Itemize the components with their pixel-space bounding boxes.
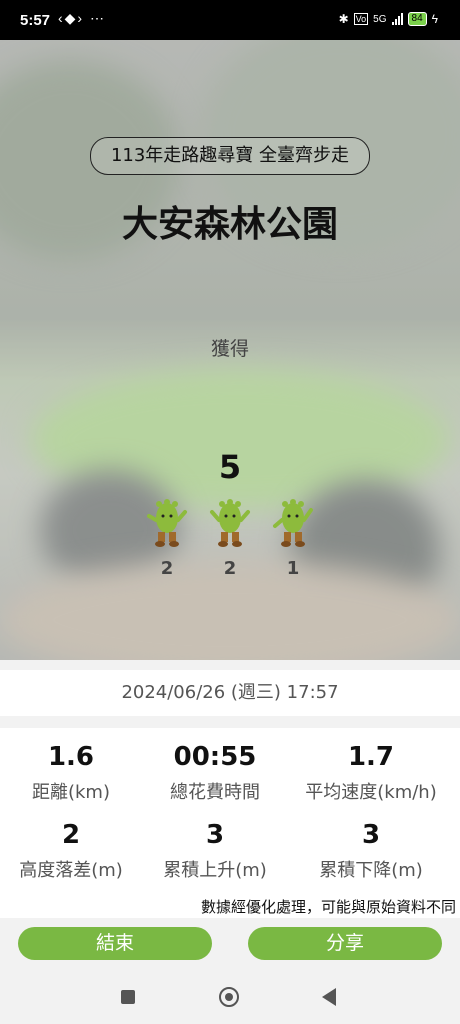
stat-ascent: 3 累積上升(m) bbox=[140, 820, 290, 882]
bluetooth-icon: ✱ bbox=[338, 12, 349, 26]
mascot-count: 2 bbox=[160, 558, 174, 579]
stat-avg-speed: 1.7 平均速度(km/h) bbox=[296, 742, 446, 804]
mascot-green-icon bbox=[273, 499, 313, 547]
park-title: 大安森林公園 bbox=[121, 204, 338, 245]
stat-label: 平均速度(km/h) bbox=[305, 782, 437, 803]
home-icon[interactable] bbox=[219, 987, 239, 1007]
system-nav-bar bbox=[0, 970, 460, 1024]
stat-elevation-diff: 2 高度落差(m) bbox=[0, 820, 146, 882]
stat-descent: 3 累積下降(m) bbox=[296, 820, 446, 882]
network-type: 5G bbox=[373, 13, 387, 25]
stat-distance: 1.6 距離(km) bbox=[0, 742, 146, 804]
stats-panel: 1.6 距離(km) 00:55 總花費時間 1.7 平均速度(km/h) 2 … bbox=[0, 728, 460, 918]
back-icon[interactable] bbox=[322, 988, 336, 1006]
notification-icons: ‹◆› ⋯ bbox=[58, 10, 106, 26]
stat-value: 3 bbox=[205, 820, 225, 850]
mascot-count: 2 bbox=[223, 558, 237, 579]
stat-label: 高度落差(m) bbox=[19, 860, 123, 881]
data-disclaimer: 數據經優化處理，可能與原始資料不同 bbox=[200, 898, 456, 916]
stat-value: 2 bbox=[61, 820, 81, 850]
park-photo-hero: 113年走路趣尋寶 全臺齊步走 大安森林公園 獲得 5 2 2 1 bbox=[0, 40, 460, 660]
stat-label: 累積下降(m) bbox=[319, 860, 423, 881]
status-right-icons: ✱ Vo 5G 84 ϟ bbox=[339, 12, 438, 26]
volte-icon: Vo bbox=[353, 13, 369, 25]
recent-apps-icon[interactable] bbox=[121, 990, 135, 1004]
record-datetime: 2024/06/26 (週三) 17:57 bbox=[0, 670, 460, 716]
event-title-badge: 113年走路趣尋寶 全臺齊步走 bbox=[90, 137, 370, 175]
battery-icon: 84 bbox=[407, 12, 427, 26]
stat-value: 1.7 bbox=[347, 742, 395, 772]
signal-icon bbox=[391, 13, 403, 25]
share-button[interactable]: 分享 bbox=[248, 927, 442, 960]
charging-icon: ϟ bbox=[431, 12, 438, 26]
stat-value: 3 bbox=[361, 820, 381, 850]
total-count: 5 bbox=[218, 448, 242, 486]
stat-label: 距離(km) bbox=[31, 782, 110, 803]
status-bar: 5:57 ‹◆› ⋯ ✱ Vo 5G 84 ϟ bbox=[0, 0, 460, 40]
mascot-count: 1 bbox=[286, 558, 300, 579]
end-button[interactable]: 結束 bbox=[18, 927, 212, 960]
status-time: 5:57 bbox=[20, 12, 51, 29]
obtained-label: 獲得 bbox=[210, 338, 249, 360]
mascot-green-icon bbox=[147, 499, 187, 547]
stat-value: 00:55 bbox=[173, 742, 257, 772]
stat-label: 累積上升(m) bbox=[163, 860, 267, 881]
stat-total-time: 00:55 總花費時間 bbox=[140, 742, 290, 804]
mascot-green-icon bbox=[210, 499, 250, 547]
stat-value: 1.6 bbox=[47, 742, 95, 772]
stat-label: 總花費時間 bbox=[170, 782, 260, 803]
